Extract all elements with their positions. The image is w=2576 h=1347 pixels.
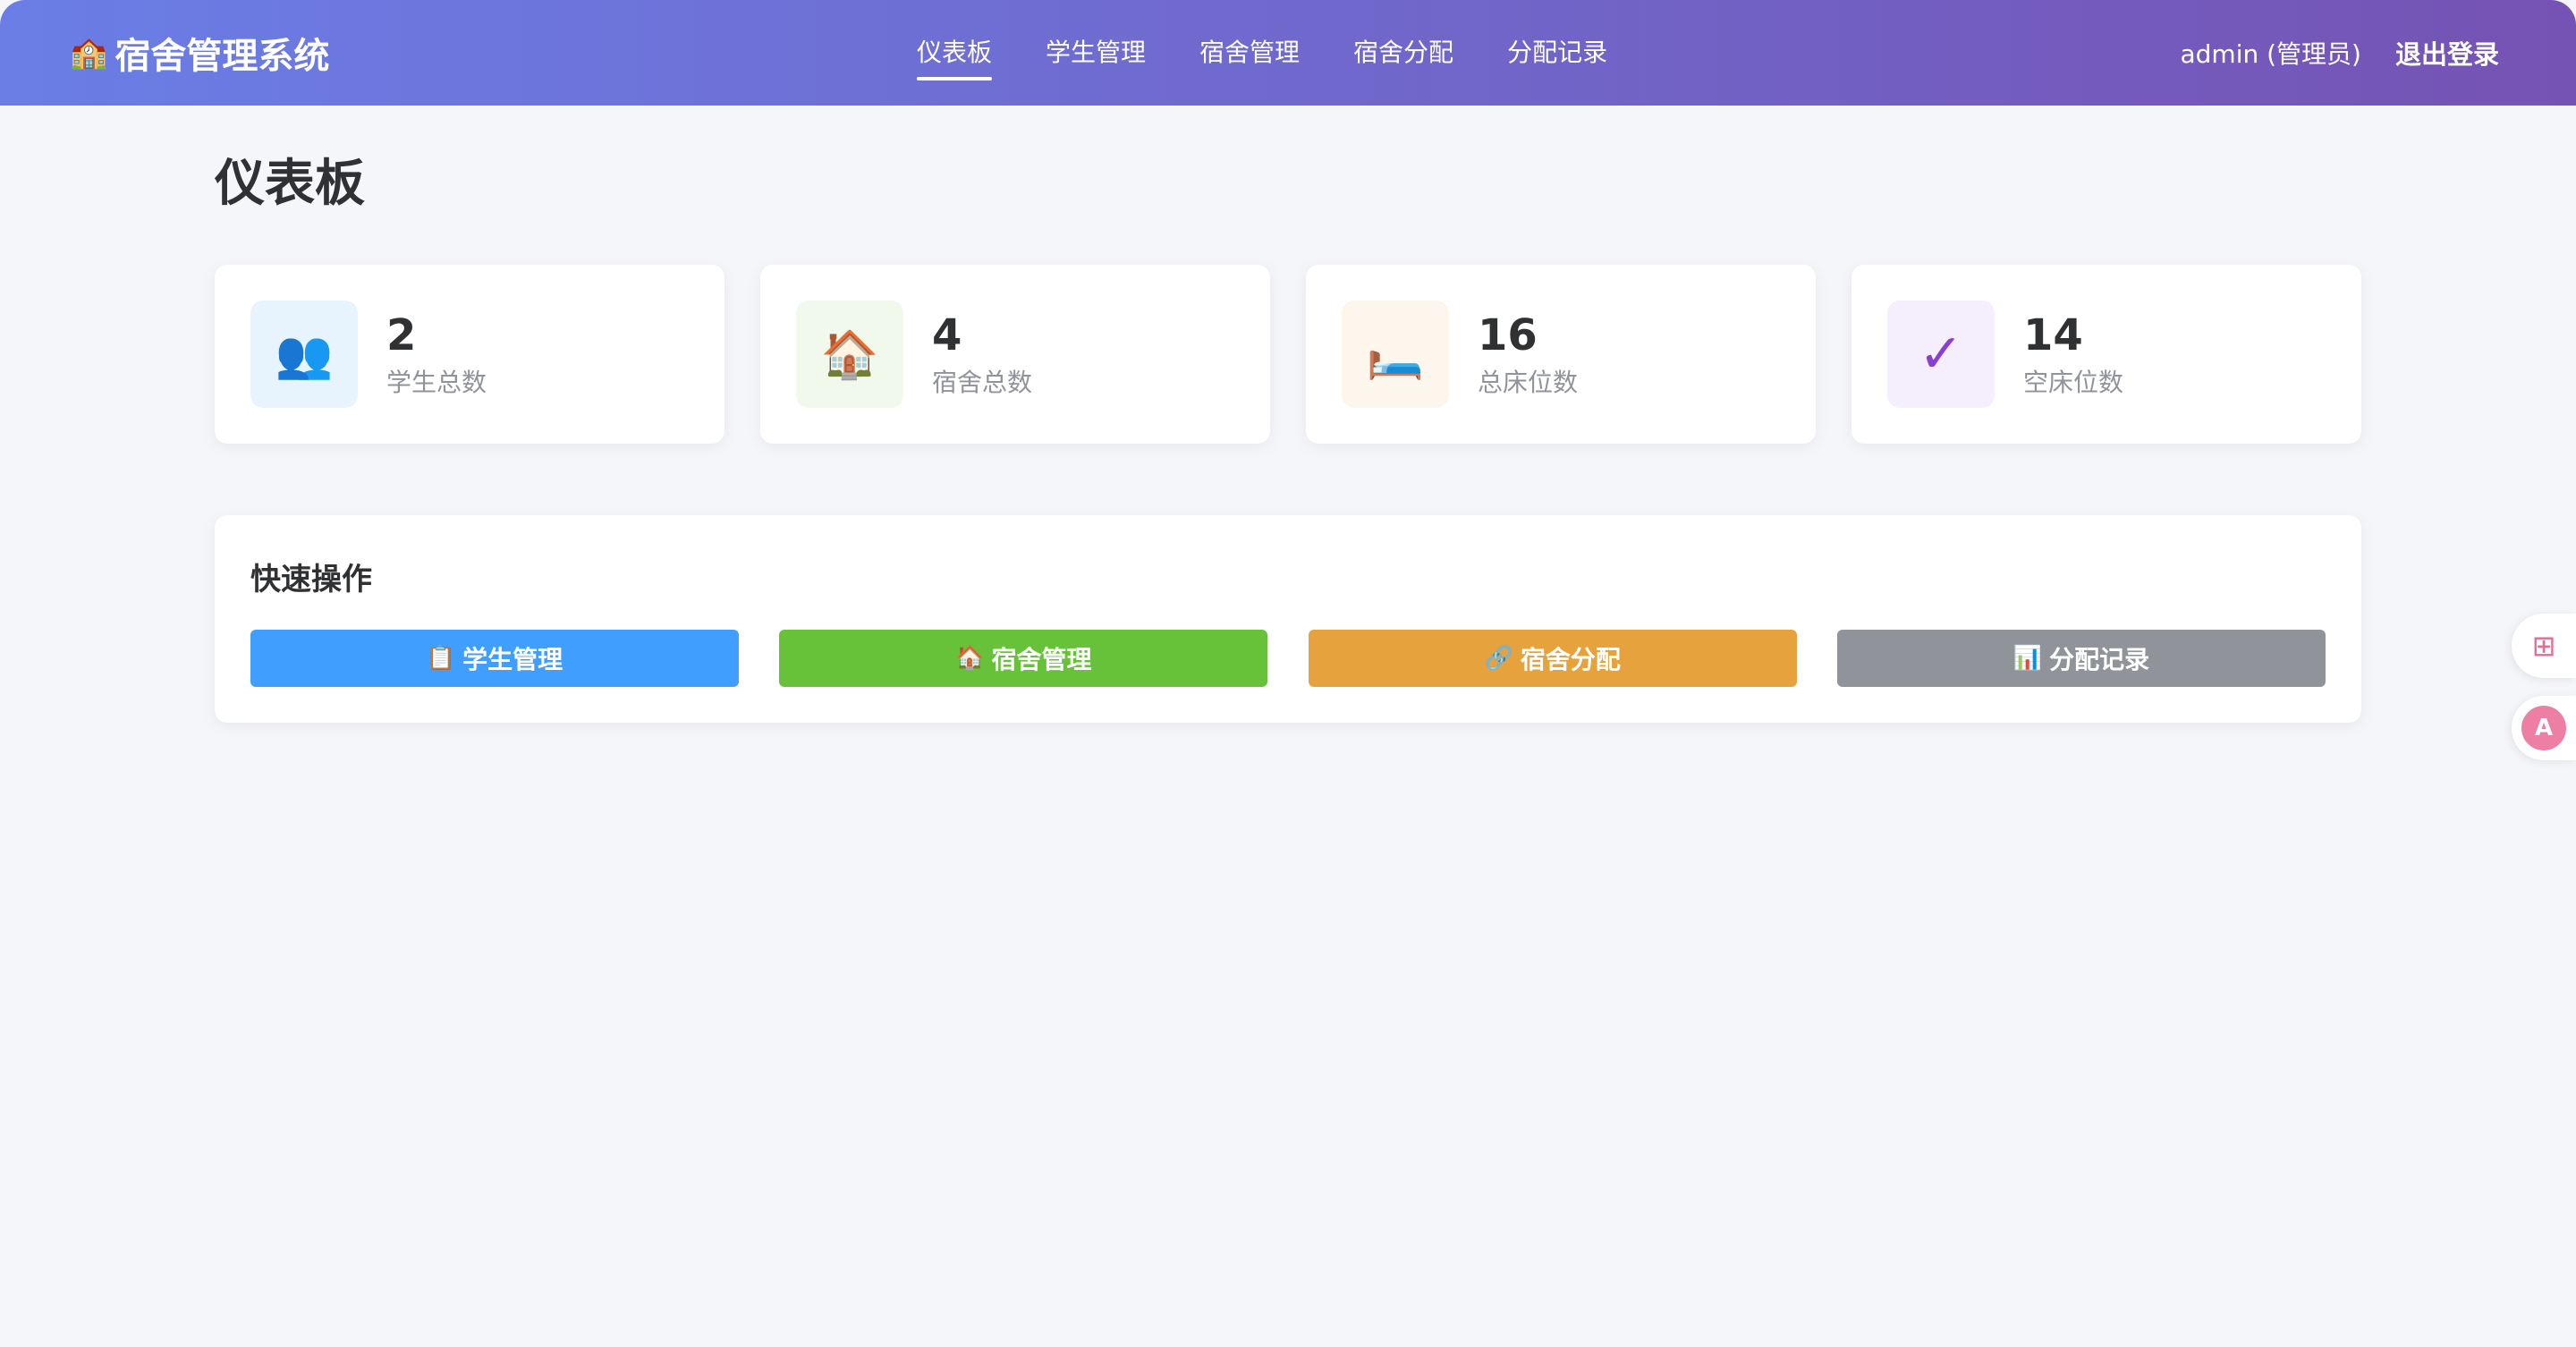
stat-card-beds: 🛏️ 16 总床位数 <box>1306 265 1816 444</box>
stat-value: 2 <box>386 310 417 360</box>
quick-actions: 📋 学生管理 🏠 宿舍管理 🔗 宿舍分配 📊 分配记录 <box>250 630 2326 687</box>
logout-button[interactable]: 退出登录 <box>2395 34 2499 72</box>
nav-dashboard[interactable]: 仪表板 <box>917 30 993 80</box>
nav-students[interactable]: 学生管理 <box>1046 30 1146 75</box>
quick-actions-panel: 快速操作 📋 学生管理 🏠 宿舍管理 🔗 宿舍分配 📊 分配记录 <box>215 515 2361 723</box>
stats-row: 👥 2 学生总数 🏠 4 宿舍总数 🛏️ 16 总床位数 ✓ 14 空床位数 <box>215 265 2361 444</box>
button-label: 学生管理 <box>462 645 564 674</box>
clipboard-icon: 📋 <box>426 645 456 672</box>
button-label: 宿舍管理 <box>991 645 1092 674</box>
stat-card-students: 👥 2 学生总数 <box>215 265 724 444</box>
stat-value: 4 <box>932 310 962 360</box>
nav-dorms[interactable]: 宿舍管理 <box>1199 30 1300 75</box>
page-title: 仪表板 <box>215 155 365 213</box>
quick-records-button[interactable]: 📊 分配记录 <box>1836 630 2326 687</box>
bar-chart-icon: 📊 <box>2012 645 2043 672</box>
apps-widget[interactable]: ⊞ <box>2512 614 2576 678</box>
quick-actions-title: 快速操作 <box>250 562 372 597</box>
apps-icon: ⊞ <box>2531 629 2556 663</box>
stat-label: 学生总数 <box>386 368 487 397</box>
brand-title: 宿舍管理系统 <box>114 36 330 77</box>
top-header: 🏫 宿舍管理系统 仪表板 学生管理 宿舍管理 宿舍分配 分配记录 admin (… <box>0 0 2576 106</box>
translate-icon: A <box>2521 706 2566 750</box>
school-icon: 🏫 <box>70 35 108 71</box>
stat-card-dorms: 🏠 4 宿舍总数 <box>760 265 1270 444</box>
app-window: 🏫 宿舍管理系统 仪表板 学生管理 宿舍管理 宿舍分配 分配记录 admin (… <box>0 0 2576 1347</box>
stat-value: 14 <box>2023 310 2083 360</box>
check-icon: ✓ <box>1887 301 1995 408</box>
quick-assign-button[interactable]: 🔗 宿舍分配 <box>1308 630 1797 687</box>
house-icon: 🏠 <box>796 301 903 408</box>
bed-icon: 🛏️ <box>1342 301 1449 408</box>
brand[interactable]: 🏫 宿舍管理系统 <box>70 0 329 106</box>
button-label: 分配记录 <box>2049 645 2150 674</box>
stat-card-empty-beds: ✓ 14 空床位数 <box>1852 265 2361 444</box>
stat-value: 16 <box>1478 310 1538 360</box>
user-area: admin (管理员) 退出登录 <box>2181 0 2500 106</box>
nav-assign[interactable]: 宿舍分配 <box>1353 30 1453 75</box>
stat-label: 空床位数 <box>2023 368 2124 397</box>
quick-students-button[interactable]: 📋 学生管理 <box>250 630 739 687</box>
nav-records[interactable]: 分配记录 <box>1507 30 1607 75</box>
house-icon: 🏠 <box>955 645 985 672</box>
link-icon: 🔗 <box>1484 645 1513 672</box>
current-user: admin (管理员) <box>2180 39 2361 69</box>
students-icon: 👥 <box>250 301 358 408</box>
quick-dorms-button[interactable]: 🏠 宿舍管理 <box>779 630 1268 687</box>
translate-widget[interactable]: A <box>2512 696 2576 760</box>
button-label: 宿舍分配 <box>1520 645 1621 674</box>
stat-label: 宿舍总数 <box>932 368 1033 397</box>
stat-label: 总床位数 <box>1478 368 1579 397</box>
main-nav: 仪表板 学生管理 宿舍管理 宿舍分配 分配记录 <box>917 0 1661 106</box>
